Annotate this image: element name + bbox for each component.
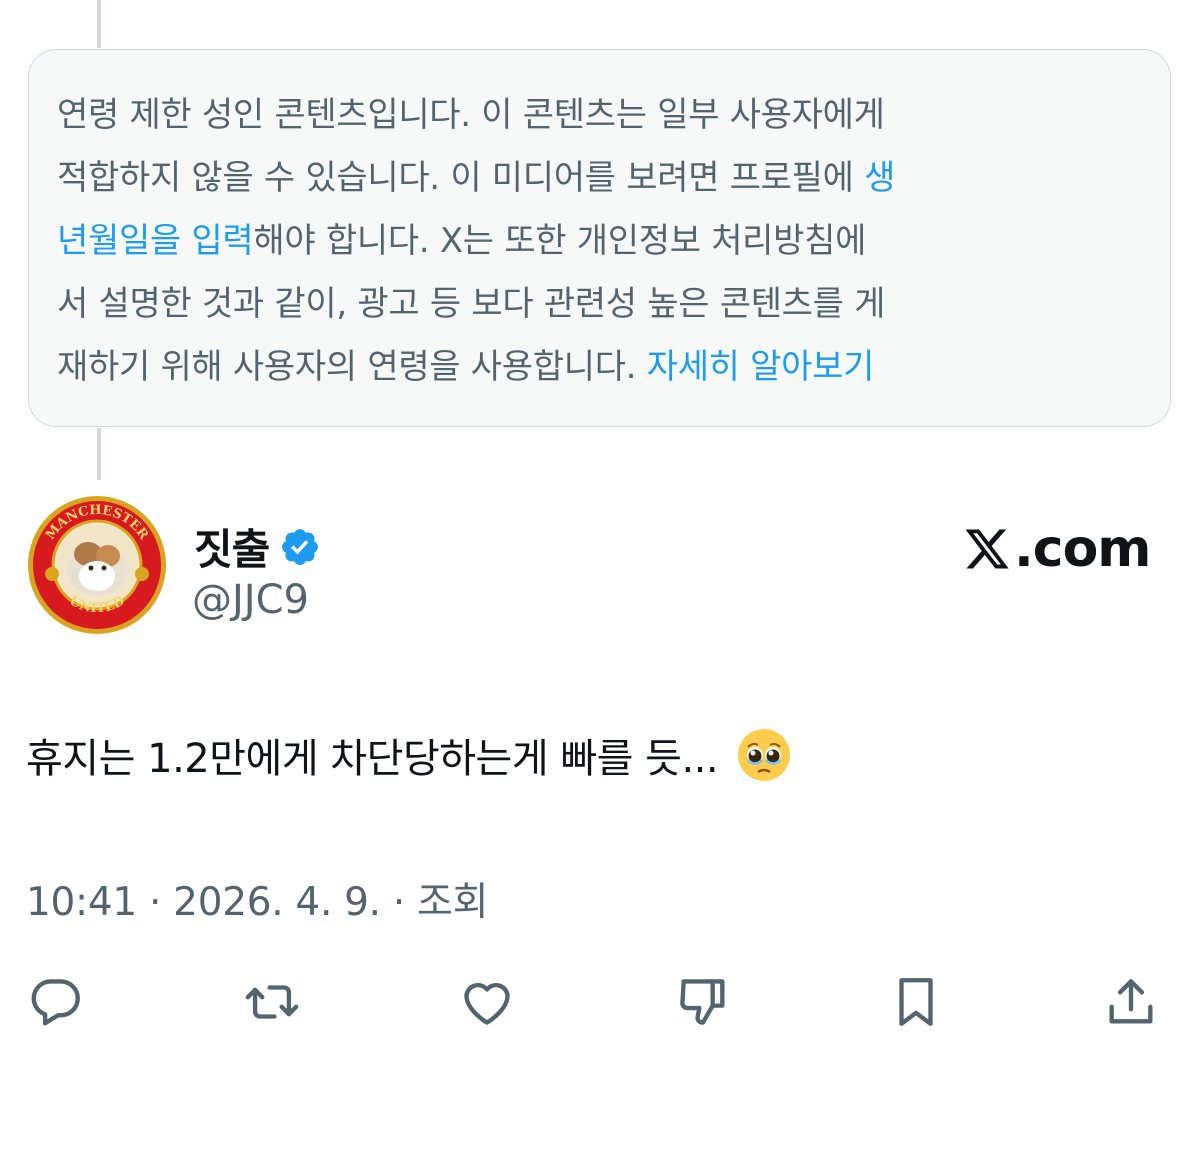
share-button[interactable]: [1101, 972, 1161, 1032]
verified-badge-icon[interactable]: [279, 526, 321, 568]
retweet-icon: [245, 985, 299, 1019]
notice-text-segment: 적합하지 않을 수 있습니다. 이 미디어를 보려면 프로필에: [57, 158, 865, 198]
share-icon: [1109, 979, 1153, 1024]
pleading-face-emoji-icon: [738, 729, 791, 781]
thread-connector-line: [97, 0, 101, 48]
sensitive-content-notice: 연령 제한 성인 콘텐츠입니다. 이 콘텐츠는 일부 사용자에게적합하지 않을 …: [28, 49, 1171, 427]
display-name[interactable]: 짓출: [194, 516, 270, 577]
notice-line: 적합하지 않을 수 있습니다. 이 미디어를 보려면 프로필에 생: [57, 147, 1140, 210]
author-name-row[interactable]: 짓출: [194, 516, 321, 577]
tweet-body: 휴지는 1.2만에게 차단당하는게 빠를 듯...: [26, 726, 792, 784]
notice-link[interactable]: 생: [864, 158, 895, 198]
thumbs-down-icon: [680, 979, 725, 1025]
notice-line: 년월일을 입력해야 합니다. X는 또한 개인정보 처리방침에: [57, 210, 1140, 273]
notice-text-segment: 연령 제한 성인 콘텐츠입니다. 이 콘텐츠는 일부 사용자에게: [57, 95, 885, 135]
action-bar: [0, 972, 1200, 1032]
notice-text-segment: 재하기 위해 사용자의 연령을 사용합니다.: [57, 347, 647, 387]
bookmark-icon: [899, 978, 933, 1026]
notice-text-segment: 해야 합니다. X는 또한 개인정보 처리방침에: [253, 221, 867, 261]
tweet-text: 휴지는 1.2만에게 차단당하는게 빠를 듯...: [26, 736, 719, 782]
brand-text: .com: [1014, 519, 1151, 579]
author-handle[interactable]: @JJC9: [192, 577, 309, 623]
tweet-meta[interactable]: 10:41 · 2026. 4. 9. · 조회: [26, 871, 489, 927]
dislike-button[interactable]: [673, 972, 733, 1032]
notice-line: 재하기 위해 사용자의 연령을 사용합니다. 자세히 알아보기: [57, 336, 1140, 399]
notice-line: 연령 제한 성인 콘텐츠입니다. 이 콘텐츠는 일부 사용자에게: [57, 84, 1140, 147]
thread-connector-line: [97, 428, 101, 480]
reply-button[interactable]: [26, 972, 86, 1032]
notice-link[interactable]: 자세히 알아보기: [647, 347, 875, 387]
like-button[interactable]: [457, 972, 517, 1032]
retweet-button[interactable]: [242, 972, 302, 1032]
manchester-united-crest-avatar: MANCHESTER UNITED: [28, 496, 166, 634]
heart-icon: [464, 982, 510, 1025]
notice-link[interactable]: 년월일을 입력: [57, 221, 254, 261]
notice-text-segment: 서 설명한 것과 같이, 광고 등 보다 관련성 높은 콘텐츠를 게: [57, 284, 886, 324]
x-brand-watermark: .com: [962, 519, 1151, 579]
notice-text: 연령 제한 성인 콘텐츠입니다. 이 콘텐츠는 일부 사용자에게적합하지 않을 …: [57, 84, 1140, 399]
bookmark-button[interactable]: [886, 972, 946, 1032]
reply-icon: [31, 979, 80, 1026]
notice-line: 서 설명한 것과 같이, 광고 등 보다 관련성 높은 콘텐츠를 게: [57, 273, 1140, 336]
x-logo-icon: [965, 529, 1009, 569]
avatar[interactable]: MANCHESTER UNITED: [26, 494, 168, 636]
